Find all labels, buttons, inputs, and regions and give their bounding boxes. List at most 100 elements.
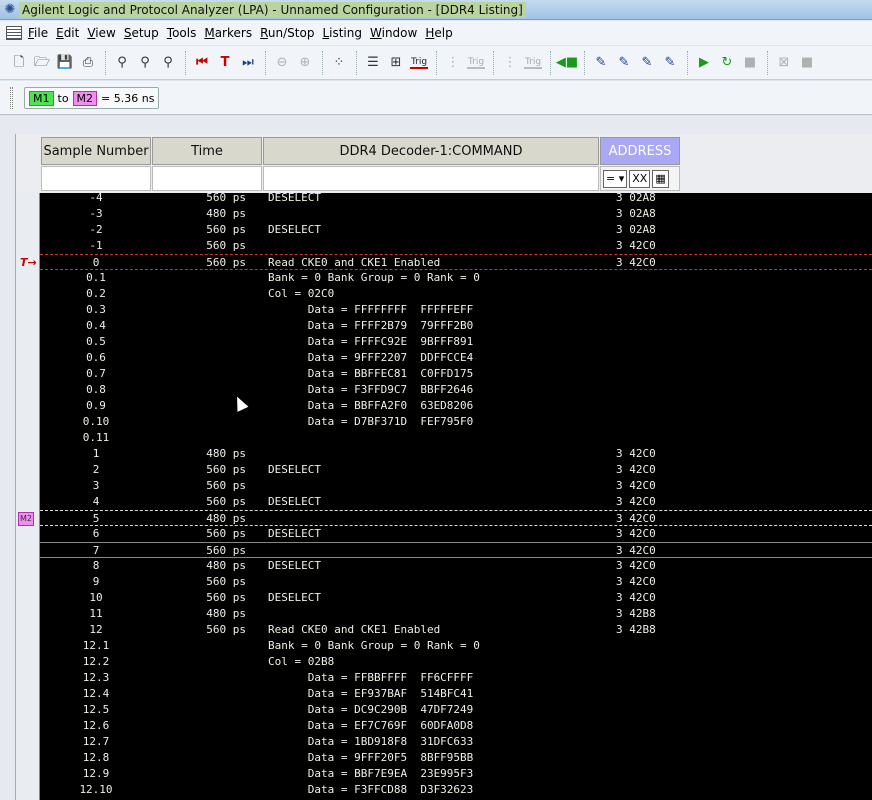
listing-row[interactable]: -1 560 ps 3 42C0	[40, 238, 872, 254]
menu-tools[interactable]: Tools	[163, 26, 201, 40]
find-icon[interactable]: ⚲	[111, 52, 133, 74]
column-header-time[interactable]: Time	[152, 137, 262, 165]
listing-row[interactable]: 0.1 Bank = 0 Bank Group = 0 Rank = 0	[40, 270, 872, 286]
listing-row[interactable]: 0.3 Data = FFFFFFFF FFFFFEFF	[40, 302, 872, 318]
listing-row[interactable]: 0.6 Data = 9FFF2207 DDFFCCE4	[40, 350, 872, 366]
column-header-address[interactable]: ADDRESS	[600, 137, 680, 165]
time-cell: 560 ps	[206, 495, 246, 508]
zoom-in-icon[interactable]: ⊕	[294, 52, 316, 74]
print-icon[interactable]: ⎙	[77, 52, 99, 74]
go-to-trigger-icon[interactable]: T	[214, 52, 236, 74]
listing-row[interactable]: 3 560 ps 3 42C0	[40, 478, 872, 494]
listing-row[interactable]: 0.5 Data = FFFFC92E 9BFFF891	[40, 334, 872, 350]
probe-0f-icon[interactable]: ✎	[659, 52, 681, 74]
listing-row[interactable]: 8 480 ps DESELECT 3 42C0	[40, 558, 872, 574]
address-cell: 3 42C0	[616, 512, 656, 525]
disabled-trigger-icon[interactable]: Trig	[465, 52, 487, 74]
listing-row[interactable]: 9 560 ps 3 42C0	[40, 574, 872, 590]
column-header-sample-number[interactable]: Sample Number	[41, 137, 151, 165]
menu-listing[interactable]: Listing	[318, 26, 366, 40]
listing-row[interactable]: 12.7 Data = 1BD918F8 31DFC633	[40, 734, 872, 750]
open-folder-icon[interactable]: 🗁	[31, 52, 53, 74]
zoom-out-icon[interactable]: ⊖	[271, 52, 293, 74]
listing-row[interactable]: 0.8 Data = F3FFD9C7 BBFF2646	[40, 382, 872, 398]
listing-row[interactable]: 12.3 Data = FFBBFFFF FF6CFFFF	[40, 670, 872, 686]
probe-icon[interactable]: ✎	[590, 52, 612, 74]
toolbar-grip[interactable]	[10, 87, 13, 109]
listing-row[interactable]: 12.9 Data = BBF7E9EA 23E995F3	[40, 766, 872, 782]
listing-row[interactable]: -3 480 ps 3 02A8	[40, 206, 872, 222]
listing-row[interactable]: 0.7 Data = BBFFEC81 C0FFD175	[40, 366, 872, 382]
listing-row[interactable]: 0 560 ps Read CKE0 and CKE1 Enabled 3 42C0	[40, 254, 872, 270]
marker-m1-label: M1	[29, 90, 54, 106]
address-value-input[interactable]: XX	[629, 169, 651, 188]
probe-multi-icon[interactable]: ✎	[613, 52, 635, 74]
address-operator-select[interactable]: = ▾	[603, 169, 628, 188]
time-filter-cell[interactable]	[152, 166, 262, 191]
menu-window[interactable]: Window	[366, 26, 421, 40]
sample-filter-cell[interactable]	[41, 166, 151, 191]
menu-markers[interactable]: Markers	[200, 26, 256, 40]
sample-number-cell: 0.9	[86, 399, 106, 412]
listing-row[interactable]: 0.4 Data = FFFF2B79 79FFF2B0	[40, 318, 872, 334]
listing-row[interactable]: 5 480 ps 3 42C0	[40, 510, 872, 526]
column-header-command[interactable]: DDR4 Decoder-1:COMMAND	[263, 137, 599, 165]
calculator-icon[interactable]: ▦	[652, 169, 669, 188]
listing-row[interactable]: 12.10 Data = F3FFCD88 D3F32623	[40, 782, 872, 798]
menu-view[interactable]: View	[83, 26, 119, 40]
go-to-start-icon[interactable]: ⏮	[191, 52, 213, 74]
connect-icon[interactable]: ◀■	[556, 52, 578, 74]
menu-edit[interactable]: Edit	[52, 26, 83, 40]
disabled-trigger2-icon[interactable]: Trig	[522, 52, 544, 74]
m2-marker-icon[interactable]: M2	[18, 512, 34, 526]
probe-hex-icon[interactable]: ✎	[636, 52, 658, 74]
find-previous-icon[interactable]: ⚲	[157, 52, 179, 74]
insert-column-icon[interactable]: ☰	[362, 52, 384, 74]
listing-row[interactable]: 7 560 ps 3 42C0	[40, 542, 872, 558]
command-filter-cell[interactable]	[263, 166, 599, 191]
listing-row[interactable]: 1 480 ps 3 42C0	[40, 446, 872, 462]
cancel-icon[interactable]: ⊠	[773, 52, 795, 74]
run-repetitive-icon[interactable]: ↻	[716, 52, 738, 74]
menu-run-stop[interactable]: Run/Stop	[256, 26, 318, 40]
listing-row[interactable]: 12.8 Data = 9FFF20F5 8BFF95BB	[40, 750, 872, 766]
listing-row[interactable]: 0.10 Data = D7BF371D FEF795F0	[40, 414, 872, 430]
new-file-icon[interactable]: 🗋	[8, 52, 30, 74]
disabled-list-icon[interactable]: ⋮	[442, 52, 464, 74]
listing-row[interactable]: 12.5 Data = DC9C290B 47DF7249	[40, 702, 872, 718]
listing-row[interactable]: 12.2 Col = 02B8	[40, 654, 872, 670]
trigger-marker-icon[interactable]: T→	[20, 257, 37, 269]
marker-icon[interactable]: ⁘	[328, 52, 350, 74]
listing-row[interactable]: 0.2 Col = 02C0	[40, 286, 872, 302]
listing-row[interactable]: 2 560 ps DESELECT 3 42C0	[40, 462, 872, 478]
listing-row[interactable]: 12 560 ps Read CKE0 and CKE1 Enabled 3 42B8	[40, 622, 872, 638]
sample-number-cell: 12.9	[82, 767, 110, 780]
stop-icon[interactable]: ■	[739, 52, 761, 74]
listing-row[interactable]: 12.6 Data = EF7C769F 60DFA0D8	[40, 718, 872, 734]
menu-file[interactable]: File	[24, 26, 52, 40]
listing-row[interactable]: 12.1 Bank = 0 Bank Group = 0 Rank = 0	[40, 638, 872, 654]
listing-row[interactable]: 0.11	[40, 430, 872, 446]
listing-row[interactable]: 12.4 Data = EF937BAF 514BFC41	[40, 686, 872, 702]
listing-row[interactable]: -2 560 ps DESELECT 3 02A8	[40, 222, 872, 238]
marker-measurement[interactable]: M1 to M2 = 5.36 ns	[24, 87, 160, 109]
trigger-setup-icon[interactable]: Trig	[408, 52, 430, 74]
menu-setup[interactable]: Setup	[120, 26, 163, 40]
listing-row[interactable]: -4 560 ps DESELECT 3 02A8	[40, 190, 872, 206]
save-icon[interactable]: 💾	[54, 52, 76, 74]
disabled-list2-icon[interactable]: ⋮	[499, 52, 521, 74]
address-filter-cell: = ▾ XX ▦	[600, 166, 680, 191]
stop-all-icon[interactable]: ■	[796, 52, 818, 74]
go-to-end-icon[interactable]: ⏭	[237, 52, 259, 74]
listing-row[interactable]: 4 560 ps DESELECT 3 42C0	[40, 494, 872, 510]
listing-row[interactable]: 10 560 ps DESELECT 3 42C0	[40, 590, 872, 606]
column-settings-icon[interactable]: ⊞	[385, 52, 407, 74]
find-next-icon[interactable]: ⚲	[134, 52, 156, 74]
chevron-down-icon: ▾	[618, 172, 625, 185]
listing-row[interactable]: 6 560 ps DESELECT 3 42C0	[40, 526, 872, 542]
menu-help[interactable]: Help	[421, 26, 456, 40]
listing-row[interactable]: 0.9 Data = BBFFA2F0 63ED8206	[40, 398, 872, 414]
listing-window-icon[interactable]	[6, 26, 22, 40]
run-icon[interactable]: ▶	[693, 52, 715, 74]
listing-row[interactable]: 11 480 ps 3 42B8	[40, 606, 872, 622]
